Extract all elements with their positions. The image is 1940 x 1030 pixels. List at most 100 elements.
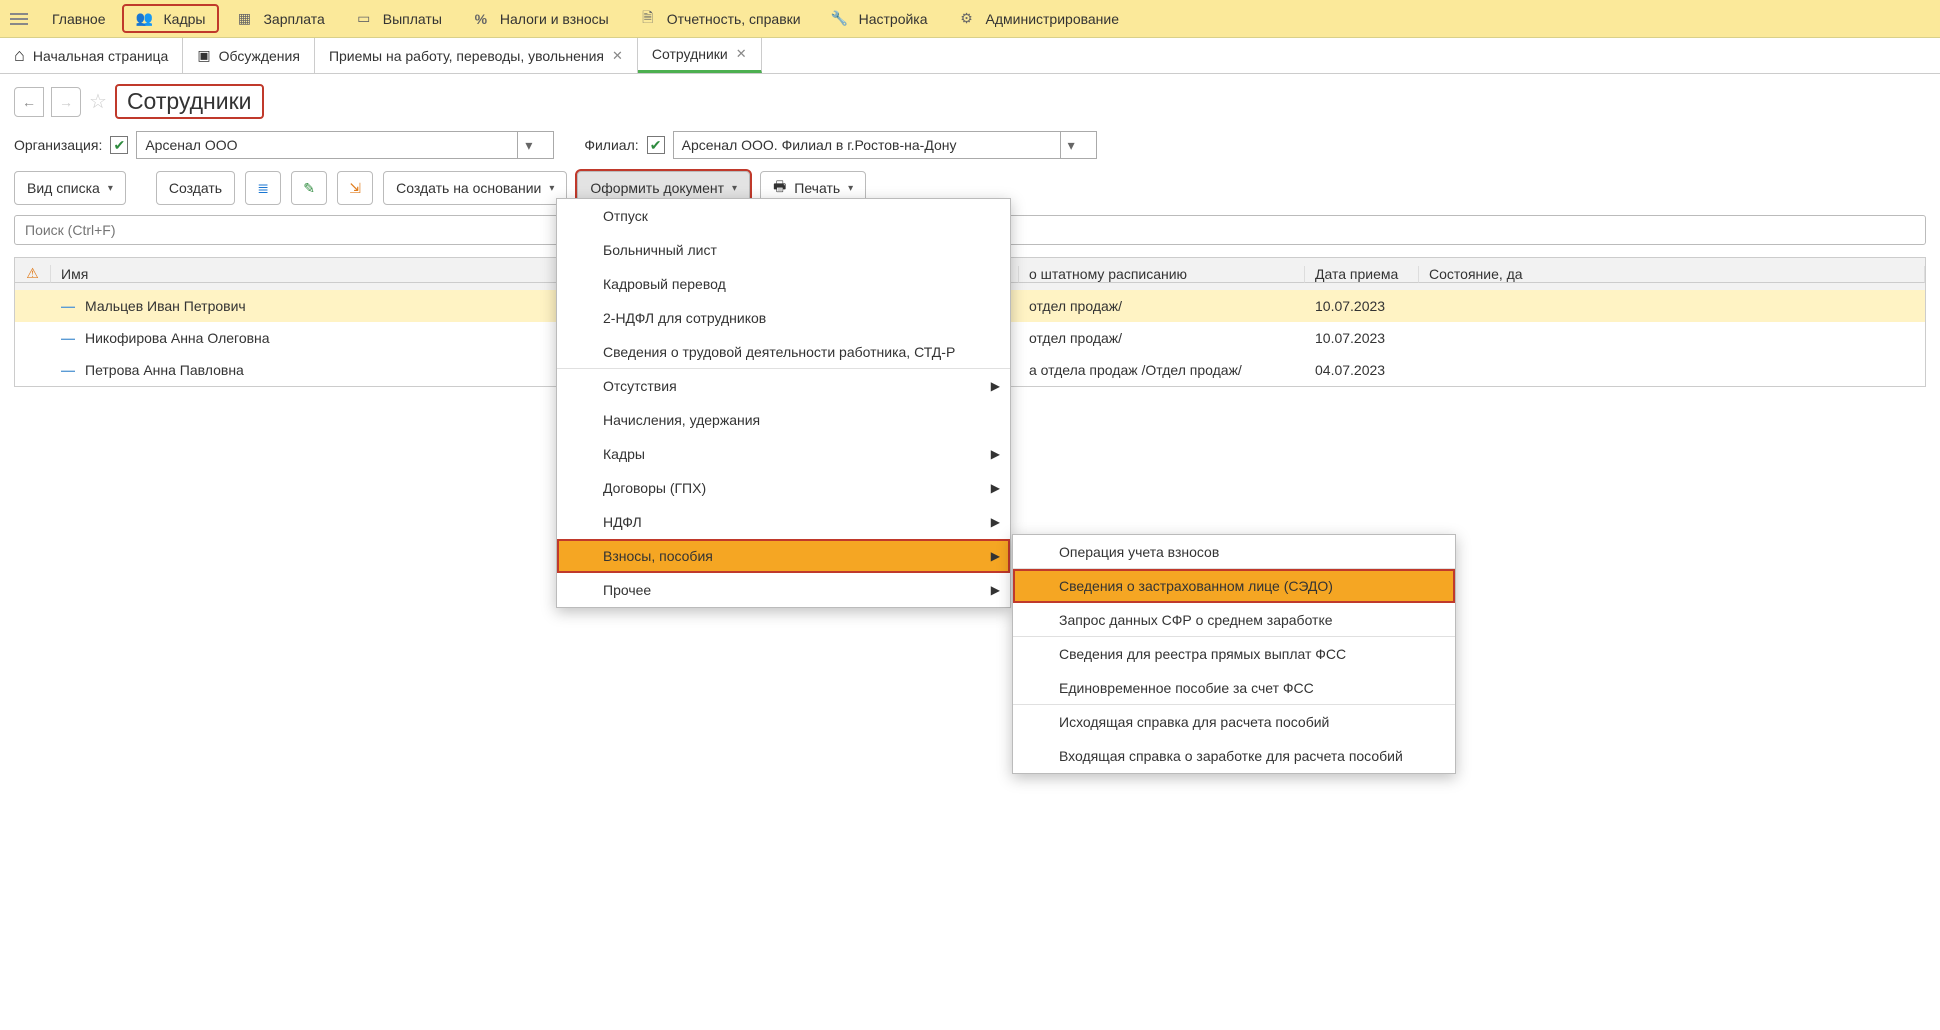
menu-taxes[interactable]: Налоги и взносы	[458, 5, 623, 33]
nav-forward-button[interactable]: →	[51, 87, 81, 117]
chevron-down-icon[interactable]: ▾	[1060, 132, 1082, 158]
close-icon[interactable]: ✕	[736, 46, 747, 62]
create-doc-label: Оформить документ	[590, 180, 724, 196]
menu-salary[interactable]: Зарплата	[221, 4, 338, 33]
menu-item-sickleave[interactable]: Больничный лист	[557, 233, 1010, 267]
home-icon	[14, 45, 25, 66]
menu-item-vacation[interactable]: Отпуск	[557, 199, 1010, 233]
submenu-item-fss-onetime[interactable]: Единовременное пособие за счет ФСС	[1013, 671, 1455, 705]
chevron-right-icon: ▶	[991, 481, 1000, 495]
submenu-item-op-contrib[interactable]: Операция учета взносов	[1013, 535, 1455, 569]
tab-start[interactable]: Начальная страница	[0, 38, 183, 73]
burger-icon[interactable]	[6, 3, 36, 35]
submenu-item-insured-sedo[interactable]: Сведения о застрахованном лице (СЭДО)	[1013, 569, 1455, 603]
menu-salary-label: Зарплата	[263, 11, 324, 27]
branch-select-value: Арсенал ООО. Филиал в г.Ростов-на-Дону	[674, 137, 1060, 153]
wrench-icon	[831, 10, 849, 27]
chevron-right-icon: ▶	[991, 549, 1000, 563]
chat-icon	[197, 47, 210, 64]
create-doc-menu: Отпуск Больничный лист Кадровый перевод …	[556, 198, 1011, 608]
row-name: Никофирова Анна Олеговна	[85, 330, 270, 346]
menu-item-other[interactable]: Прочее▶	[557, 573, 1010, 607]
menu-reports-label: Отчетность, справки	[667, 11, 801, 27]
menu-hr[interactable]: Кадры	[122, 4, 220, 33]
col-state[interactable]: Состояние, да	[1419, 266, 1925, 283]
chevron-down-icon	[549, 183, 554, 194]
org-checkbox[interactable]: ✔	[110, 136, 128, 154]
tab-employees[interactable]: Сотрудники ✕	[638, 38, 762, 73]
row-name: Мальцев Иван Петрович	[85, 298, 246, 314]
chevron-right-icon: ▶	[991, 515, 1000, 529]
create-based-button[interactable]: Создать на основании	[383, 171, 567, 205]
create-based-label: Создать на основании	[396, 180, 541, 196]
tab-employees-label: Сотрудники	[652, 46, 728, 62]
table-icon	[235, 10, 253, 27]
title-row: ← → ☆ Сотрудники	[0, 74, 1940, 125]
row-schedule: а отдела продаж /Отдел продаж/	[1019, 362, 1305, 378]
submenu-item-sfr-request[interactable]: Запрос данных СФР о среднем заработке	[1013, 603, 1455, 637]
menu-payouts[interactable]: Выплаты	[341, 4, 456, 33]
warn-icon	[26, 265, 39, 281]
view-type-button[interactable]: Вид списка	[14, 171, 126, 205]
chevron-down-icon	[732, 183, 737, 194]
menu-item-ndfl[interactable]: НДФЛ▶	[557, 505, 1010, 539]
row-hire-date: 10.07.2023	[1305, 330, 1419, 346]
menu-settings-label: Настройка	[859, 11, 928, 27]
col-hire-date[interactable]: Дата приема	[1305, 266, 1419, 283]
menu-taxes-label: Налоги и взносы	[500, 11, 609, 27]
menu-reports[interactable]: Отчетность, справки	[625, 1, 815, 37]
favorite-icon[interactable]: ☆	[89, 89, 107, 114]
print-label: Печать	[794, 180, 840, 196]
list-icon	[257, 180, 269, 197]
branch-checkbox[interactable]: ✔	[647, 136, 665, 154]
row-hire-date: 04.07.2023	[1305, 362, 1419, 378]
chevron-down-icon[interactable]: ▾	[517, 132, 539, 158]
nav-back-button[interactable]: ←	[14, 87, 44, 117]
menu-item-absences[interactable]: Отсутствия▶	[557, 369, 1010, 403]
link-icon	[349, 180, 361, 197]
bullet-icon: —	[61, 298, 75, 314]
view-type-label: Вид списка	[27, 180, 100, 196]
menu-item-2ndfl[interactable]: 2-НДФЛ для сотрудников	[557, 301, 1010, 335]
tab-hiring[interactable]: Приемы на работу, переводы, увольнения ✕	[315, 38, 638, 73]
tab-start-label: Начальная страница	[33, 48, 168, 64]
org-select-value: Арсенал ООО	[137, 137, 517, 153]
menu-main-label: Главное	[52, 11, 106, 27]
contributions-submenu: Операция учета взносов Сведения о застра…	[1012, 534, 1456, 774]
branch-select[interactable]: Арсенал ООО. Филиал в г.Ростов-на-Дону ▾	[673, 131, 1097, 159]
menu-settings[interactable]: Настройка	[817, 4, 942, 33]
menu-main[interactable]: Главное	[38, 5, 120, 33]
menu-payouts-label: Выплаты	[383, 11, 442, 27]
create-button[interactable]: Создать	[156, 171, 235, 205]
menu-item-hr[interactable]: Кадры▶	[557, 437, 1010, 471]
tab-discussions[interactable]: Обсуждения	[183, 38, 315, 73]
org-label: Организация:	[14, 137, 102, 153]
row-hire-date: 10.07.2023	[1305, 298, 1419, 314]
submenu-item-incoming-cert[interactable]: Входящая справка о заработке для расчета…	[1013, 739, 1455, 773]
org-select[interactable]: Арсенал ООО ▾	[136, 131, 554, 159]
col-schedule[interactable]: о штатному расписанию	[1019, 266, 1305, 283]
menu-item-transfer[interactable]: Кадровый перевод	[557, 267, 1010, 301]
menu-item-contributions[interactable]: Взносы, пособия▶	[557, 539, 1010, 573]
top-menu: Главное Кадры Зарплата Выплаты Налоги и …	[0, 0, 1940, 38]
col-alert	[15, 265, 51, 283]
bullet-icon: —	[61, 362, 75, 378]
row-schedule: отдел продаж/	[1019, 298, 1305, 314]
create-label: Создать	[169, 180, 222, 196]
card-icon	[355, 10, 373, 27]
copy-button[interactable]	[245, 171, 281, 205]
chevron-right-icon: ▶	[991, 447, 1000, 461]
menu-item-gph[interactable]: Договоры (ГПХ)▶	[557, 471, 1010, 505]
link-button[interactable]	[337, 171, 373, 205]
menu-item-accruals[interactable]: Начисления, удержания	[557, 403, 1010, 437]
submenu-item-fss-registry[interactable]: Сведения для реестра прямых выплат ФСС	[1013, 637, 1455, 671]
page-title: Сотрудники	[115, 84, 264, 119]
submenu-item-outgoing-cert[interactable]: Исходящая справка для расчета пособий	[1013, 705, 1455, 739]
pen-icon	[303, 180, 315, 197]
edit-pen-button[interactable]	[291, 171, 327, 205]
menu-admin[interactable]: Администрирование	[944, 4, 1134, 33]
row-name: Петрова Анна Павловна	[85, 362, 244, 378]
close-icon[interactable]: ✕	[612, 48, 623, 64]
menu-item-stdr[interactable]: Сведения о трудовой деятельности работни…	[557, 335, 1010, 369]
tab-discussions-label: Обсуждения	[219, 48, 300, 64]
